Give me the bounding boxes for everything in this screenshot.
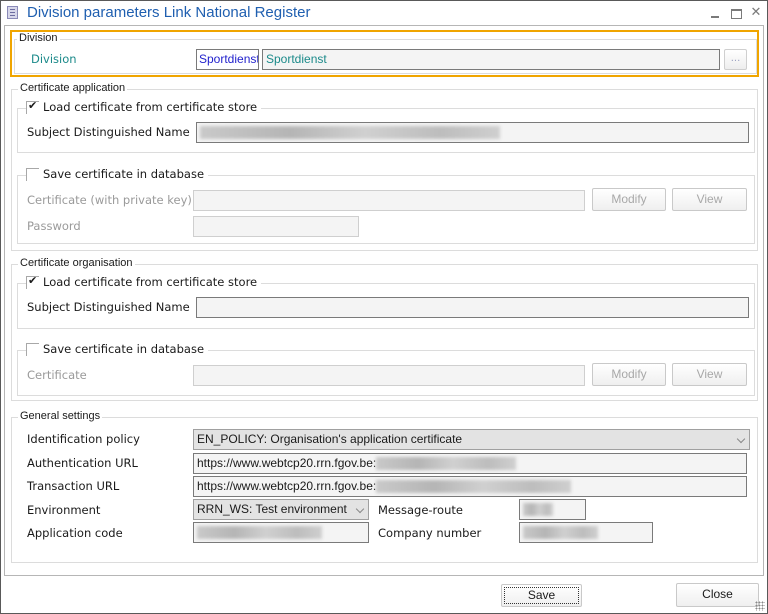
dialog-window: Division parameters Link National Regist… <box>0 0 768 614</box>
title-bar[interactable]: Division parameters Link National Regist… <box>1 1 767 25</box>
application-code-field[interactable] <box>193 522 369 543</box>
transaction-url-field[interactable]: https://www.webtcp20.rrn.fgov.be: <box>193 476 747 497</box>
app-load-store-checkbox[interactable] <box>26 99 39 114</box>
identification-policy-select[interactable]: EN_POLICY: Organisation's application ce… <box>193 429 750 450</box>
certificate-application-title: Certificate application <box>18 82 128 94</box>
app-load-store-label: Load certificate from certificate store <box>43 100 258 114</box>
blurred-value <box>523 503 553 517</box>
environment-value: RRN_WS: Test environment <box>197 502 347 516</box>
identification-policy-label: Identification policy <box>27 432 140 446</box>
app-password-field[interactable] <box>193 216 359 237</box>
blurred-value <box>376 457 517 471</box>
blurred-value <box>523 526 598 540</box>
resize-grip[interactable] <box>755 601 765 611</box>
maximize-button[interactable] <box>728 5 744 21</box>
general-settings-title: General settings <box>18 410 103 422</box>
org-modify-button[interactable]: Modify <box>592 363 666 386</box>
blurred-value <box>197 526 322 540</box>
company-number-label: Company number <box>378 526 482 540</box>
app-modify-button[interactable]: Modify <box>592 188 666 211</box>
close-button[interactable]: Close <box>676 583 759 607</box>
transaction-url-value: https://www.webtcp20.rrn.fgov.be: <box>197 479 377 493</box>
app-subject-field[interactable] <box>196 122 749 143</box>
authentication-url-label: Authentication URL <box>27 456 138 470</box>
close-window-button[interactable]: ✕ <box>748 5 764 21</box>
org-load-store-toggle[interactable]: Load certificate from certificate store <box>26 274 262 289</box>
app-load-store-toggle[interactable]: Load certificate from certificate store <box>26 99 262 114</box>
org-subject-label: Subject Distinguished Name <box>27 300 190 314</box>
org-save-db-toggle[interactable]: Save certificate in database <box>26 342 209 356</box>
org-load-store-label: Load certificate from certificate store <box>43 275 258 289</box>
authentication-url-field[interactable]: https://www.webtcp20.rrn.fgov.be: <box>193 453 747 474</box>
transaction-url-label: Transaction URL <box>27 479 120 493</box>
app-view-button[interactable]: View <box>672 188 747 211</box>
org-certificate-field[interactable] <box>193 365 585 386</box>
blurred-value <box>200 126 500 140</box>
app-save-db-toggle[interactable]: Save certificate in database <box>26 167 209 181</box>
environment-label: Environment <box>27 503 101 517</box>
form-icon <box>7 6 18 19</box>
app-certificate-field[interactable] <box>193 190 585 211</box>
app-certificate-label: Certificate (with private key) <box>27 193 192 207</box>
org-subject-field[interactable] <box>196 297 749 318</box>
org-view-button[interactable]: View <box>672 363 747 386</box>
chevron-down-icon <box>736 434 746 444</box>
certificate-organisation-title: Certificate organisation <box>18 257 135 269</box>
window-title: Division parameters Link National Regist… <box>27 4 311 21</box>
app-save-db-checkbox[interactable] <box>26 167 39 181</box>
app-save-db-label: Save certificate in database <box>43 167 205 181</box>
save-button[interactable]: Save <box>501 584 582 607</box>
message-route-field[interactable] <box>519 499 586 520</box>
focus-highlight <box>10 30 759 77</box>
org-certificate-label: Certificate <box>27 368 87 382</box>
org-save-db-label: Save certificate in database <box>43 342 205 356</box>
org-load-store-checkbox[interactable] <box>26 274 39 289</box>
company-number-field[interactable] <box>519 522 653 543</box>
minimize-button[interactable] <box>707 5 723 21</box>
message-route-label: Message-route <box>378 503 463 517</box>
identification-policy-value: EN_POLICY: Organisation's application ce… <box>197 432 463 446</box>
authentication-url-value: https://www.webtcp20.rrn.fgov.be: <box>197 456 377 470</box>
blurred-value <box>376 480 572 494</box>
app-subject-label: Subject Distinguished Name <box>27 125 190 139</box>
application-code-label: Application code <box>27 526 123 540</box>
chevron-down-icon <box>355 504 365 514</box>
app-password-label: Password <box>27 219 81 233</box>
environment-select[interactable]: RRN_WS: Test environment <box>193 499 369 520</box>
org-save-db-checkbox[interactable] <box>26 342 39 356</box>
